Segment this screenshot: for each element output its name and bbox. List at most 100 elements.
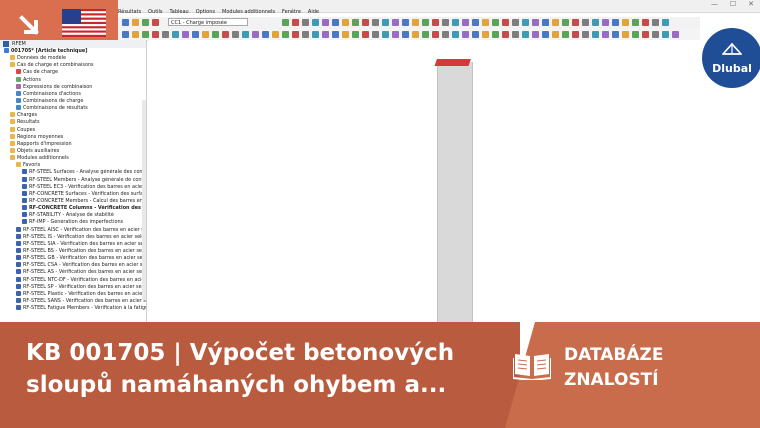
tree-item[interactable]: 001705* [Article technique] [0, 48, 146, 55]
tree-item[interactable]: RF-STEEL SANS - Vérification des barres … [0, 297, 146, 305]
tree-item[interactable]: RF-CONCRETE Surfaces - Vérification des … [0, 190, 146, 198]
tree-item[interactable]: RF-STEEL GB - Vérification des barres en… [0, 255, 146, 262]
toolbar-button-icon[interactable] [432, 19, 439, 26]
toolbar-button-icon[interactable] [632, 31, 639, 38]
toolbar-button-icon[interactable] [582, 31, 589, 38]
toolbar-button-icon[interactable] [442, 31, 449, 38]
toolbar-button-icon[interactable] [602, 31, 609, 38]
toolbar-button-icon[interactable] [422, 19, 429, 26]
toolbar-button-icon[interactable] [512, 19, 519, 26]
toolbar-button-icon[interactable] [302, 31, 309, 38]
toolbar-button-icon[interactable] [302, 19, 309, 26]
toolbar-button-icon[interactable] [412, 31, 419, 38]
toolbar-button-icon[interactable] [512, 31, 519, 38]
toolbar-button-icon[interactable] [172, 31, 179, 38]
tree-item[interactable]: Coupes [0, 126, 146, 134]
toolbar-button-icon[interactable] [202, 31, 209, 38]
toolbar-button-icon[interactable] [162, 31, 169, 38]
us-flag-icon[interactable] [62, 9, 106, 37]
toolbar-button-icon[interactable] [552, 31, 559, 38]
toolbar-button-icon[interactable] [522, 31, 529, 38]
toolbar-button-icon[interactable] [332, 31, 339, 38]
toolbar-button-icon[interactable] [322, 31, 329, 38]
toolbar-button-icon[interactable] [562, 19, 569, 26]
toolbar-button-icon[interactable] [532, 19, 539, 26]
toolbar-button-icon[interactable] [152, 31, 159, 38]
toolbar-button-icon[interactable] [282, 19, 289, 26]
tree-item[interactable]: RF-STEEL SIA - Vérification des barres e… [0, 240, 146, 248]
tree-item[interactable]: Expressions de combinaison [0, 83, 146, 91]
toolbar-button-icon[interactable] [472, 19, 479, 26]
tree-item[interactable]: RF-STEEL BS - Vérification des barres en… [0, 247, 146, 255]
toolbar-button-icon[interactable] [312, 19, 319, 26]
toolbar-button-icon[interactable] [132, 19, 139, 26]
toolbar-button-icon[interactable] [322, 19, 329, 26]
toolbar-button-icon[interactable] [532, 31, 539, 38]
tree-item[interactable]: RF-CONCRETE Columns - Vérification des p… [0, 205, 146, 212]
toolbar-button-icon[interactable] [272, 31, 279, 38]
toolbar-button-icon[interactable] [562, 31, 569, 38]
toolbar-button-icon[interactable] [582, 19, 589, 26]
tree-item[interactable]: RF-STEEL AISC - Vérification des barres … [0, 226, 146, 234]
toolbar-button-icon[interactable] [622, 31, 629, 38]
toolbar-button-icon[interactable] [292, 19, 299, 26]
tree-item[interactable]: RF-STEEL AS - Vérification des barres en… [0, 269, 146, 276]
toolbar-button-icon[interactable] [602, 19, 609, 26]
toolbar-button-icon[interactable] [642, 19, 649, 26]
toolbar-button-icon[interactable] [652, 31, 659, 38]
maximize-button[interactable]: ☐ [730, 0, 736, 8]
toolbar-button-icon[interactable] [502, 19, 509, 26]
toolbar-button-icon[interactable] [462, 19, 469, 26]
toolbar-button-icon[interactable] [342, 19, 349, 26]
toolbar-button-icon[interactable] [612, 19, 619, 26]
toolbar-button-icon[interactable] [662, 19, 669, 26]
tree-item[interactable]: Modules additionnels [0, 155, 146, 162]
toolbar-button-icon[interactable] [232, 31, 239, 38]
tree-item[interactable]: RF-STEEL Members - Analyse générale de c… [0, 176, 146, 184]
toolbar-button-icon[interactable] [402, 31, 409, 38]
toolbar-button-icon[interactable] [652, 19, 659, 26]
toolbar-button-icon[interactable] [362, 19, 369, 26]
tree-item[interactable]: Rapports d'impression [0, 140, 146, 148]
toolbar-button-icon[interactable] [632, 19, 639, 26]
tree-item[interactable]: Cas de charge et combinaisons [0, 62, 146, 69]
toolbar-button-icon[interactable] [342, 31, 349, 38]
toolbar-button-icon[interactable] [392, 19, 399, 26]
tree-item[interactable]: Combinaisons d'actions [0, 90, 146, 98]
load-case-select[interactable]: CC1 - Charge imposée [168, 18, 248, 26]
minimize-button[interactable]: — [711, 0, 718, 8]
tree-item[interactable]: RF-IMP - Génération des imperfections [0, 219, 146, 226]
navigator-scrollbar[interactable] [142, 100, 146, 300]
toolbar-button-icon[interactable] [312, 31, 319, 38]
toolbar-button-icon[interactable] [422, 31, 429, 38]
tree-item[interactable]: RF-STEEL Fatigue Members - Vérification … [0, 305, 146, 312]
toolbar-button-icon[interactable] [242, 31, 249, 38]
toolbar-button-icon[interactable] [572, 19, 579, 26]
toolbar-button-icon[interactable] [382, 31, 389, 38]
tree-item[interactable]: RF-STEEL NTC-DF - Vérification des barre… [0, 276, 146, 284]
tree-item[interactable]: Cas de charge [0, 69, 146, 76]
tree-item[interactable]: Actions [0, 76, 146, 84]
toolbar-button-icon[interactable] [382, 19, 389, 26]
toolbar-button-icon[interactable] [222, 31, 229, 38]
toolbar-button-icon[interactable] [282, 31, 289, 38]
toolbar-button-icon[interactable] [352, 31, 359, 38]
toolbar-button-icon[interactable] [642, 31, 649, 38]
toolbar-button-icon[interactable] [472, 31, 479, 38]
toolbar-button-icon[interactable] [262, 31, 269, 38]
toolbar-button-icon[interactable] [142, 31, 149, 38]
tree-item[interactable]: Combinaisons de charge [0, 97, 146, 105]
tree-item[interactable]: RF-STEEL Plastic - Vérification des barr… [0, 290, 146, 298]
toolbar-button-icon[interactable] [572, 31, 579, 38]
tree-item[interactable]: Charges [0, 112, 146, 119]
tree-item[interactable]: Combinaisons de résultats [0, 105, 146, 112]
tree-item[interactable]: RF-STEEL EC3 - Vérification des barres e… [0, 183, 146, 191]
toolbar-button-icon[interactable] [402, 19, 409, 26]
toolbar-button-icon[interactable] [132, 31, 139, 38]
toolbar-button-icon[interactable] [592, 31, 599, 38]
toolbar-button-icon[interactable] [122, 19, 129, 26]
toolbar-button-icon[interactable] [662, 31, 669, 38]
tree-item[interactable]: Favoris [0, 162, 146, 169]
toolbar-button-icon[interactable] [452, 19, 459, 26]
toolbar-button-icon[interactable] [612, 31, 619, 38]
